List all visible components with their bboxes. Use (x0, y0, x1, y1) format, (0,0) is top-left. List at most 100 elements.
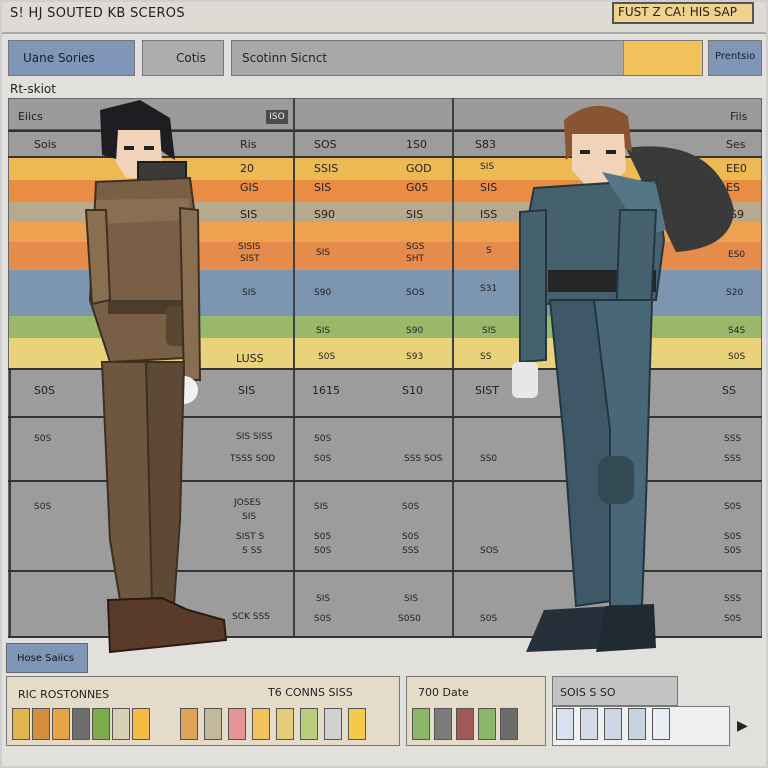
tab-primary-label: Uane Sories (23, 51, 95, 65)
cell: SIS (316, 248, 331, 258)
tab-secondary[interactable]: Cotis (142, 40, 224, 76)
cell: SSIS (314, 162, 339, 175)
palette-3-title: SOIS S SO (560, 686, 616, 699)
color-swatch[interactable] (92, 708, 110, 740)
section-subheader: Rt-skiot (10, 82, 56, 96)
search-label: Scotinn Sicnct (242, 51, 328, 65)
color-swatch[interactable] (500, 708, 518, 740)
color-swatch[interactable] (204, 708, 222, 740)
cell: S31 (480, 284, 498, 294)
cell: S0S (34, 502, 52, 512)
cell: 20 (240, 162, 254, 175)
header-badge[interactable]: ISO (266, 110, 288, 124)
color-swatch[interactable] (52, 708, 70, 740)
cell: G05 (406, 181, 429, 194)
cell: S0S (34, 384, 55, 397)
cell: S05 (314, 532, 332, 542)
cell: SIS (316, 594, 331, 604)
cell: GOD (406, 162, 432, 175)
color-swatch[interactable] (628, 708, 646, 740)
cell: SGS (406, 242, 425, 252)
cell: GIS (240, 181, 259, 194)
cell: SOS (480, 546, 499, 556)
cell: 1S0 (406, 138, 427, 151)
cell: SIST (240, 254, 260, 264)
color-swatch[interactable] (434, 708, 452, 740)
color-swatch[interactable] (456, 708, 474, 740)
color-swatch[interactable] (276, 708, 294, 740)
color-swatch[interactable] (556, 708, 574, 740)
cell: SIS (314, 181, 332, 194)
cell: S0S (34, 434, 52, 444)
cell: S10 (402, 384, 423, 397)
color-swatch[interactable] (72, 708, 90, 740)
cell: SIS (238, 384, 256, 397)
color-swatch[interactable] (652, 708, 670, 740)
cell: S0S (314, 434, 332, 444)
cell: SIS (404, 594, 419, 604)
cell: SIS (240, 208, 258, 221)
cell: SIS (314, 502, 329, 512)
color-swatch[interactable] (604, 708, 622, 740)
color-swatch[interactable] (180, 708, 198, 740)
cell: SIS (242, 512, 257, 522)
action-button[interactable]: Prentsio (708, 40, 762, 76)
cell: S93 (406, 352, 424, 362)
cell: 1615 (312, 384, 340, 397)
color-swatch[interactable] (112, 708, 130, 740)
cell: SIS (482, 326, 497, 336)
color-swatch[interactable] (12, 708, 30, 740)
palette-2-title: 700 Date (418, 686, 469, 699)
cell: S0S0 (398, 614, 421, 624)
color-swatch[interactable] (324, 708, 342, 740)
footer-tag[interactable]: Hose Saiics (6, 643, 88, 673)
cell: SIS (316, 326, 331, 336)
cell: SOS (314, 138, 337, 151)
cell: S90 (314, 288, 332, 298)
cell: Sois (34, 138, 57, 151)
cell: SISIS (238, 242, 261, 252)
cell: S83 (475, 138, 496, 151)
cell: Ris (240, 138, 257, 151)
color-swatch[interactable] (32, 708, 50, 740)
search-field[interactable]: Scotinn Sicnct (231, 40, 703, 76)
app-title: S! HJ SOUTED KB SCEROS (10, 6, 185, 21)
cell: SOS (406, 288, 425, 298)
palette-1-subtitle: T6 CONNS SISS (268, 686, 353, 699)
cell: SIS SISS (236, 432, 273, 442)
tab-primary[interactable]: Uane Sories (8, 40, 135, 76)
cell: S0S (402, 532, 420, 542)
action-button-label: Prentsio (715, 51, 756, 62)
character-right-illustration (512, 105, 734, 652)
cell: SIST (475, 384, 499, 397)
cell: JOSES (234, 498, 261, 508)
cell: LUSS (236, 352, 264, 365)
color-swatch[interactable] (300, 708, 318, 740)
cell: SS (480, 352, 492, 362)
cell: SIS (480, 181, 498, 194)
next-arrow-icon[interactable]: ▶ (737, 718, 748, 734)
cell: S SS (242, 546, 262, 556)
cell: S0S (314, 614, 332, 624)
color-swatch[interactable] (252, 708, 270, 740)
cell: ISS (480, 208, 498, 221)
color-swatch[interactable] (478, 708, 496, 740)
cell: SCK SSS (232, 612, 270, 622)
search-accent (623, 41, 702, 75)
footer-tag-label: Hose Saiics (17, 653, 74, 664)
header-left-label: Eiics (18, 110, 43, 123)
top-right-label: FUST Z CA! HIS SAP (618, 5, 737, 19)
cell: S0S (480, 614, 498, 624)
cell: SS0 (480, 454, 498, 464)
cell: SIST S (236, 532, 265, 542)
color-swatch[interactable] (580, 708, 598, 740)
cell: S0S (314, 546, 332, 556)
cell: SIS (480, 162, 495, 172)
grid-vline-0 (9, 368, 11, 638)
color-swatch[interactable] (348, 708, 366, 740)
color-swatch[interactable] (412, 708, 430, 740)
color-swatch[interactable] (228, 708, 246, 740)
cell: S (486, 246, 492, 256)
cell: SIS (242, 288, 257, 298)
color-swatch[interactable] (132, 708, 150, 740)
